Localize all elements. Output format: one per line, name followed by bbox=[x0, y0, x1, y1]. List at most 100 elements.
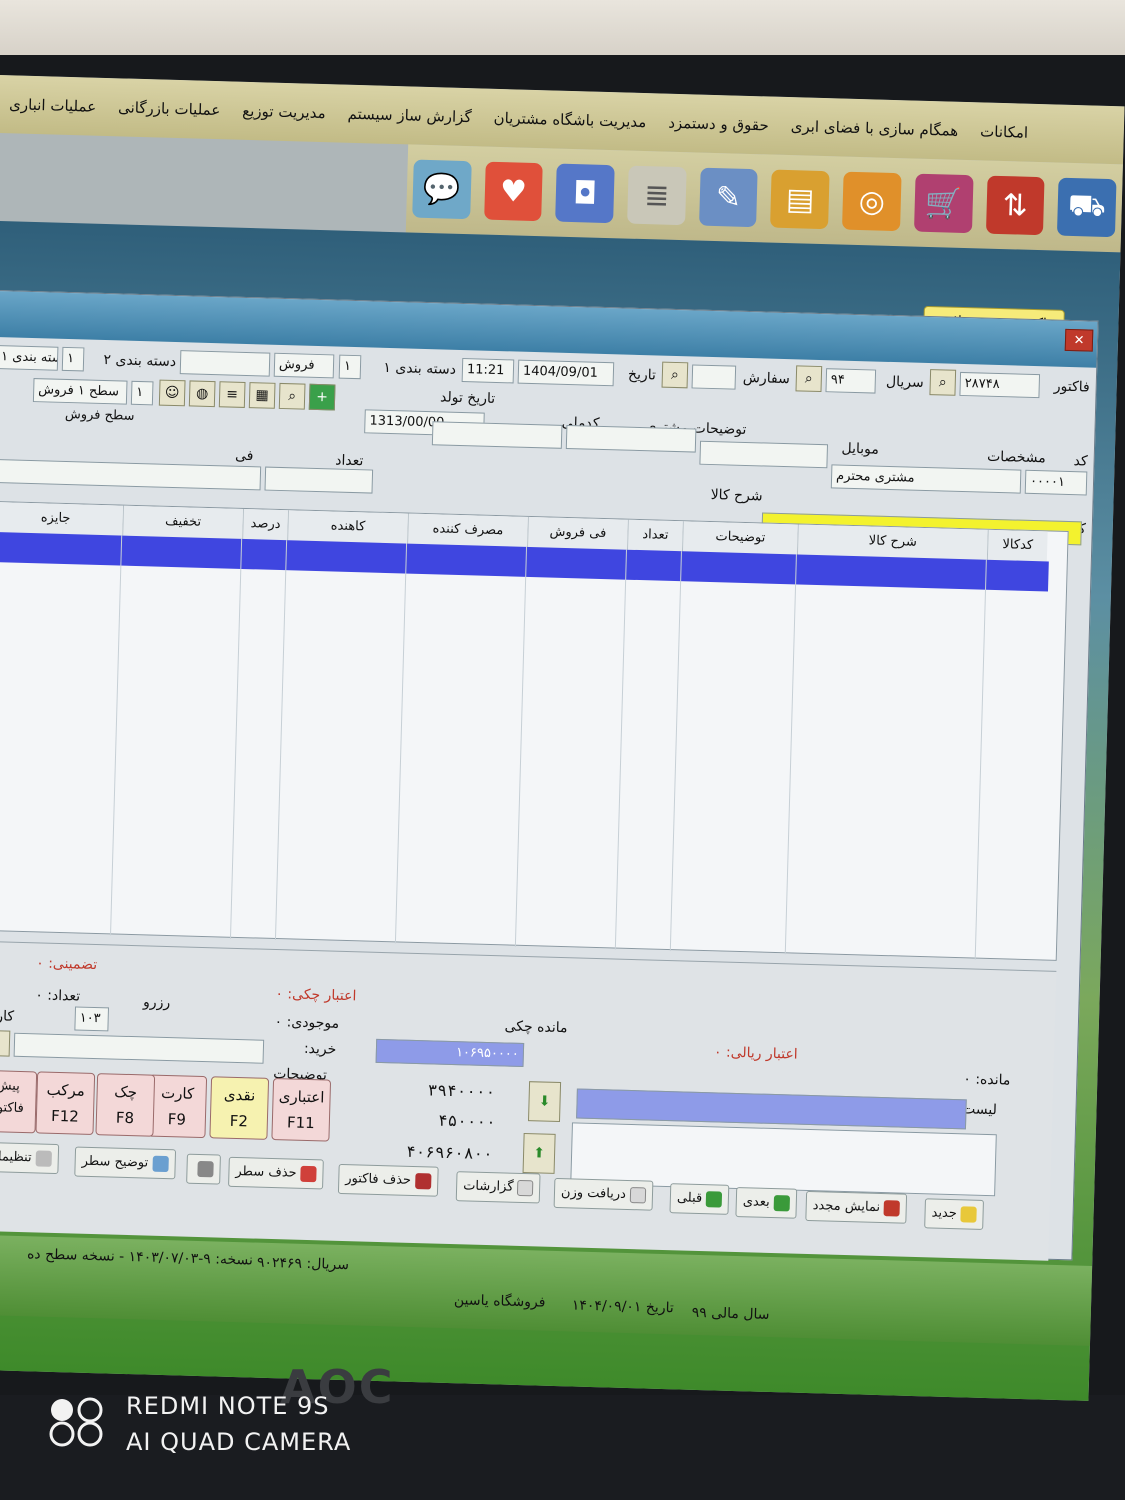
fee-field[interactable] bbox=[0, 458, 262, 491]
scale-icon bbox=[629, 1186, 647, 1203]
menu-item-distribution[interactable]: مدیریت توزیع bbox=[242, 102, 326, 122]
pencil-note-icon[interactable]: ✎ bbox=[698, 167, 759, 228]
col-header-notes[interactable]: توضیحات bbox=[681, 521, 798, 555]
menu-item-warehouse[interactable]: عملیات انباری bbox=[9, 95, 96, 115]
status-version: نسخه: ۹-۱۴۰۳/۰۷/۰۳ - نسخه سطح ده bbox=[26, 1246, 254, 1269]
col-header-reducer[interactable]: کاهنده bbox=[287, 510, 408, 544]
user-field[interactable]: ۱۰۳ bbox=[74, 1006, 110, 1032]
row-desc-button[interactable]: توضیح سطر bbox=[74, 1146, 176, 1180]
reshow-button[interactable]: نمایش مجدد bbox=[805, 1190, 908, 1224]
fkey-compound[interactable]: مرکب F12 bbox=[35, 1071, 96, 1136]
col-header-percent[interactable]: درصد bbox=[242, 508, 288, 541]
fkey-cash[interactable]: نقدی F2 bbox=[209, 1076, 270, 1140]
new-button[interactable]: جدید bbox=[924, 1198, 985, 1230]
blank-field[interactable] bbox=[179, 350, 271, 377]
coins-icon[interactable]: ◎ bbox=[842, 171, 902, 232]
report-icon bbox=[517, 1179, 534, 1196]
next-button[interactable]: بعدی bbox=[735, 1186, 798, 1219]
specs-label: مشخصات bbox=[986, 448, 1046, 467]
check-credit-label: اعتبار چکی: ۰ bbox=[275, 986, 357, 1005]
prev-button[interactable]: قبلی bbox=[669, 1183, 730, 1215]
fkey-credit[interactable]: اعتباری F11 bbox=[271, 1078, 332, 1142]
receive-weight-button[interactable]: دریافت وزن bbox=[553, 1177, 654, 1211]
category2-field[interactable]: ۱ bbox=[61, 346, 85, 372]
time-field[interactable]: 11:21 bbox=[461, 358, 515, 384]
watermark-line1: REDMI NOTE 9S bbox=[126, 1392, 330, 1420]
close-button[interactable]: ✕ bbox=[1064, 328, 1094, 352]
fkey-card[interactable]: کارت F9 bbox=[147, 1074, 208, 1139]
fkey-check[interactable]: چک F8 bbox=[95, 1073, 156, 1137]
fkey-label: کارت bbox=[160, 1083, 195, 1103]
amount-1: ۳۹۴۰۰۰۰ bbox=[427, 1080, 496, 1102]
serial-search-icon[interactable]: ⌕ bbox=[795, 365, 823, 393]
search-icon[interactable]: ⌕ bbox=[0, 1029, 11, 1057]
menu-item-customer-club[interactable]: مدیریت باشگاه مشتریان bbox=[493, 109, 646, 131]
delete-invoice-button[interactable]: حذف فاکتور bbox=[337, 1163, 439, 1197]
cart-icon[interactable]: 🛒 bbox=[913, 173, 974, 234]
delete-row-button[interactable]: حذف سطر bbox=[228, 1156, 325, 1190]
customer-code-field[interactable]: ۰۰۰۰۱ bbox=[1024, 469, 1088, 496]
col-header-prize[interactable]: جایزه bbox=[0, 501, 124, 536]
col-header-qty[interactable]: تعداد bbox=[626, 519, 683, 552]
status-date: تاریخ ۱۴۰۴/۰۹/۰۱ bbox=[571, 1297, 674, 1317]
notepad-icon[interactable]: ≣ bbox=[627, 165, 687, 226]
quantity-field[interactable] bbox=[264, 466, 374, 494]
printer-icon bbox=[197, 1160, 214, 1177]
delete-invoice-label: حذف فاکتور bbox=[345, 1171, 412, 1188]
category1-alt-field[interactable]: دسته بندی ۱ bbox=[0, 345, 59, 371]
customer-notes-field[interactable] bbox=[565, 424, 697, 453]
invoice-items-table: کدکالا شرح کالا توضیحات تعداد فی فروش مص… bbox=[0, 500, 1069, 961]
national-id-field[interactable] bbox=[431, 421, 563, 449]
col-header-item-code[interactable]: کدکالا bbox=[986, 529, 1048, 562]
invoice-window: ✕ فاکتور ۲۸۷۴۸ ⌕ سریال ۹۴ ⌕ سفارش ⌕ تاری… bbox=[0, 289, 1099, 1261]
invoice-number-field[interactable]: ۲۸۷۴۸ bbox=[959, 371, 1041, 399]
level-code-field[interactable]: ۱ bbox=[130, 380, 154, 406]
col-divider bbox=[229, 538, 243, 939]
menu-item-cloud-sync[interactable]: همگام سازی با فضای ابری bbox=[790, 117, 958, 140]
col-header-consumer[interactable]: مصرف کننده bbox=[407, 513, 528, 547]
guarantee-label: تضمینی: ۰ bbox=[35, 955, 98, 974]
report-button[interactable]: گزارشات bbox=[455, 1171, 541, 1204]
sales-level-field[interactable]: سطح ۱ فروش bbox=[32, 378, 128, 405]
arrow-down-icon[interactable]: ⬇ bbox=[527, 1081, 562, 1123]
mobile-field[interactable] bbox=[699, 440, 829, 469]
truck-icon[interactable]: ⛟ bbox=[1057, 177, 1117, 238]
print-button[interactable] bbox=[186, 1153, 221, 1185]
order-field[interactable] bbox=[691, 364, 737, 390]
search-icon[interactable]: ⌕ bbox=[278, 382, 306, 410]
refresh-icon bbox=[883, 1199, 901, 1217]
category1-field[interactable]: ۱ bbox=[338, 354, 362, 380]
people-heart-icon[interactable]: ♥ bbox=[483, 161, 544, 222]
col-header-sale-fee[interactable]: فی فروش bbox=[527, 516, 628, 550]
col-header-discount[interactable]: تخفیف bbox=[122, 505, 243, 539]
menu-item-payroll[interactable]: حقوق و دستمزد bbox=[668, 114, 769, 135]
menu-item-report-builder[interactable]: گزارش ساز سیستم bbox=[347, 105, 472, 126]
date-field[interactable]: 1404/09/01 bbox=[517, 359, 615, 387]
settings-label: تنظیمات bbox=[0, 1149, 32, 1166]
list-icon[interactable]: ≡ bbox=[218, 381, 246, 408]
person-icon[interactable]: ☺ bbox=[158, 379, 186, 407]
fkey-code: F8 bbox=[115, 1108, 135, 1128]
menu-item-facilities[interactable]: امکانات bbox=[980, 122, 1028, 141]
fingerprint-icon[interactable]: ◍ bbox=[188, 380, 216, 408]
order-label: سفارش bbox=[742, 369, 791, 388]
chat-bubble-icon[interactable]: 💬 bbox=[412, 159, 472, 220]
invoice-search-icon[interactable]: ⌕ bbox=[929, 369, 957, 396]
remaining-label: مانده: ۰ bbox=[963, 1071, 1011, 1089]
customer-name-field[interactable]: مشتری محترم bbox=[830, 464, 1022, 494]
sales-field[interactable]: فروش bbox=[273, 352, 335, 379]
search-input[interactable] bbox=[13, 1032, 265, 1064]
shopping-bag-icon[interactable]: ◘ bbox=[555, 163, 615, 224]
documents-icon[interactable]: ▦ bbox=[248, 382, 276, 409]
box-arrows-icon[interactable]: ⇅ bbox=[985, 175, 1045, 236]
arrow-up-icon[interactable]: ⬆ bbox=[522, 1133, 556, 1174]
date-search-icon[interactable]: ⌕ bbox=[661, 361, 689, 389]
money-stack-icon[interactable]: ▤ bbox=[770, 169, 830, 230]
add-icon[interactable]: + bbox=[308, 383, 336, 411]
menu-item-commerce[interactable]: عملیات بازرگانی bbox=[118, 98, 221, 119]
serial-label: سریال bbox=[885, 373, 924, 391]
fkey-proforma[interactable]: پیش فاکتور bbox=[0, 1069, 38, 1134]
serial-field[interactable]: ۹۴ bbox=[825, 368, 877, 394]
item-desc-label: شرح کالا bbox=[710, 487, 763, 505]
settings-button[interactable]: تنظیمات bbox=[0, 1141, 60, 1175]
